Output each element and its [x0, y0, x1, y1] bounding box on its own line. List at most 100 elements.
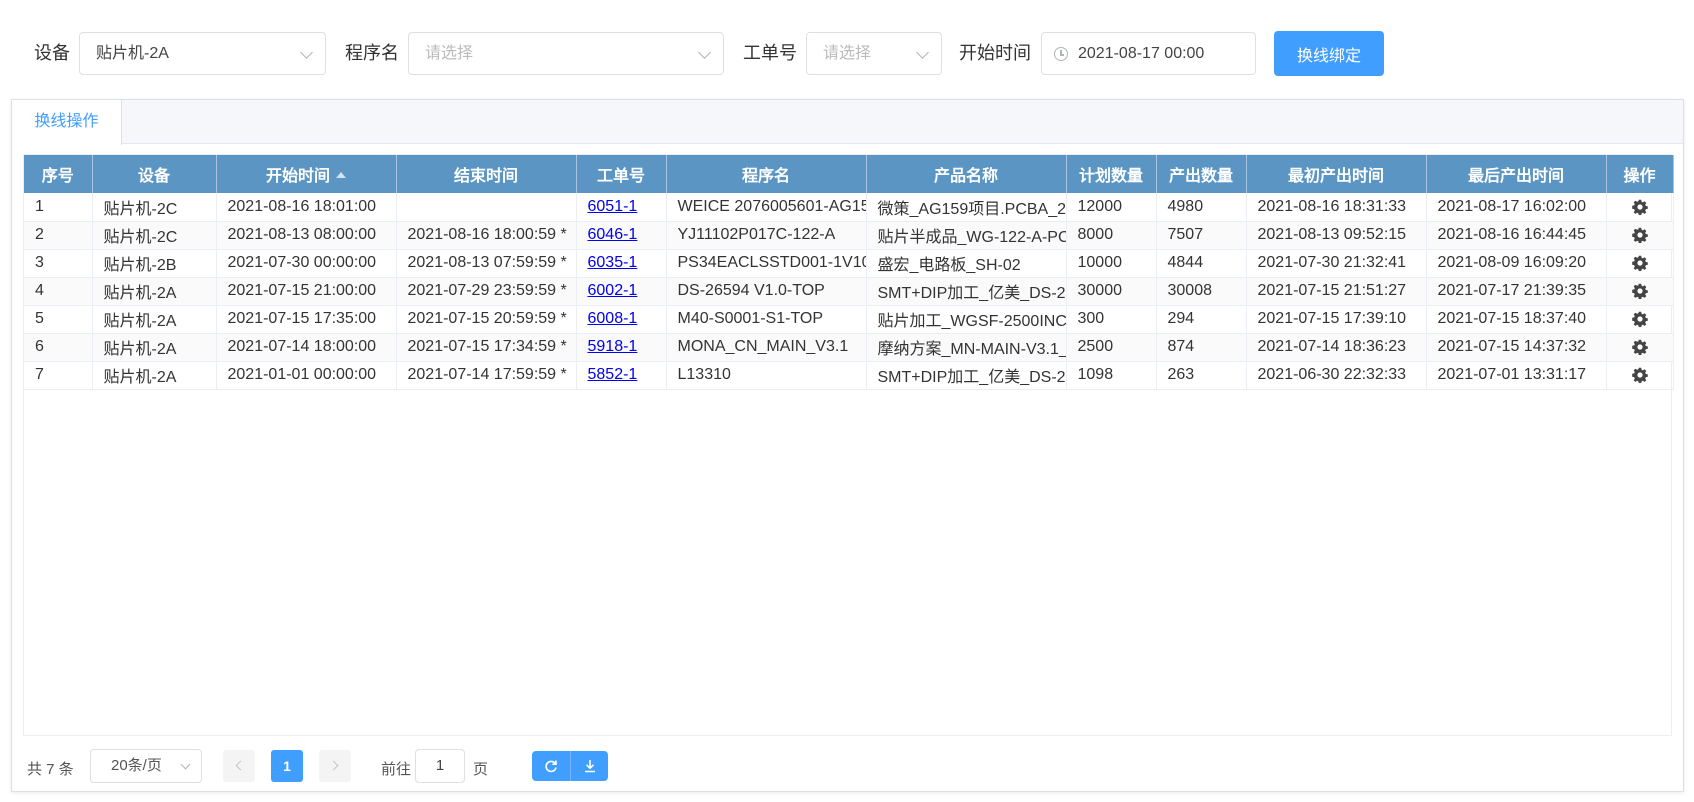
bind-line-button[interactable]: 换线绑定 — [1274, 31, 1384, 76]
cell-no: 4 — [24, 277, 93, 306]
start-time-picker[interactable]: 2021-08-17 00:00 — [1041, 32, 1256, 75]
goto-page-input[interactable]: 1 — [415, 749, 465, 783]
cell-no: 7 — [24, 361, 93, 390]
gear-icon[interactable] — [1631, 255, 1648, 271]
cell-last-output: 2021-08-17 16:02:00 — [1426, 193, 1607, 222]
table-row[interactable]: 2 贴片机-2C 2021-08-13 08:00:00 2021-08-16 18:… — [24, 221, 1674, 250]
cell-no: 6 — [24, 333, 93, 362]
refresh-button[interactable] — [532, 751, 570, 781]
program-select-placeholder: 请选择 — [425, 45, 474, 62]
work-order-link[interactable]: 5918-1 — [588, 338, 638, 355]
program-select[interactable]: 请选择 — [408, 32, 724, 75]
data-table: 序号 设备 开始时间 结束时间 工单号 程序名 产品名称 计划数量 产出数量 最… — [23, 154, 1674, 736]
cell-output-qty: 874 — [1156, 333, 1247, 362]
col-header-plan-qty[interactable]: 计划数量 — [1066, 155, 1157, 193]
col-header-product[interactable]: 产品名称 — [866, 155, 1067, 193]
cell-first-output: 2021-07-15 21:51:27 — [1246, 277, 1427, 306]
cell-product: 微策_AG159项目.PCBA_20 — [866, 193, 1067, 222]
cell-end-time: 2021-08-16 18:00:59 * — [396, 221, 577, 250]
cell-last-output: 2021-08-16 16:44:45 — [1426, 221, 1607, 250]
work-order-link[interactable]: 6046-1 — [588, 226, 638, 243]
table-row[interactable]: 1 贴片机-2C 2021-08-16 18:01:00 6051-1 WEICE 20… — [24, 193, 1674, 222]
cell-work-order: 5918-1 — [576, 333, 667, 362]
cell-plan-qty: 10000 — [1066, 249, 1157, 278]
cell-program: DS-26594 V1.0-TOP — [666, 277, 867, 306]
gear-icon[interactable] — [1631, 199, 1648, 215]
work-order-link[interactable]: 5852-1 — [588, 366, 638, 383]
col-header-end-time[interactable]: 结束时间 — [396, 155, 577, 193]
cell-first-output: 2021-07-14 18:36:23 — [1246, 333, 1427, 362]
table-row[interactable]: 6 贴片机-2A 2021-07-14 18:00:00 2021-07-15 17:… — [24, 333, 1674, 362]
cell-product: 贴片加工_WGSF-2500INC — [866, 305, 1067, 334]
cell-product: 盛宏_电路板_SH-02 — [866, 249, 1067, 278]
refresh-icon — [545, 760, 557, 773]
chevron-right-icon — [328, 760, 339, 771]
cell-work-order: 6046-1 — [576, 221, 667, 250]
cell-work-order: 6002-1 — [576, 277, 667, 306]
work-order-link[interactable]: 6008-1 — [588, 310, 638, 327]
cell-output-qty: 294 — [1156, 305, 1247, 334]
gear-icon[interactable] — [1631, 283, 1648, 299]
table-row[interactable]: 4 贴片机-2A 2021-07-15 21:00:00 2021-07-29 23:… — [24, 277, 1674, 306]
device-select[interactable]: 贴片机-2A — [79, 32, 326, 75]
workorder-label: 工单号 — [743, 43, 797, 63]
cell-output-qty: 7507 — [1156, 221, 1247, 250]
total-count: 共 7 条 — [27, 761, 74, 778]
cell-program: PS34EACLSSTD001-1V10 — [666, 249, 867, 278]
cell-output-qty: 4844 — [1156, 249, 1247, 278]
cell-work-order: 6051-1 — [576, 193, 667, 222]
col-header-program[interactable]: 程序名 — [666, 155, 867, 193]
start-time-label: 开始时间 — [959, 43, 1031, 63]
chevron-down-icon — [300, 46, 313, 59]
col-header-output-qty[interactable]: 产出数量 — [1156, 155, 1247, 193]
cell-device: 贴片机-2C — [92, 221, 217, 250]
next-page-button[interactable] — [319, 750, 351, 782]
page-size-value: 20条/页 — [111, 757, 162, 774]
table-row[interactable]: 7 贴片机-2A 2021-01-01 00:00:00 2021-07-14 17:… — [24, 361, 1674, 390]
cell-product: 贴片半成品_WG-122-A-PCB — [866, 221, 1067, 250]
prev-page-button[interactable] — [223, 750, 255, 782]
col-header-device[interactable]: 设备 — [92, 155, 217, 193]
cell-action — [1606, 221, 1674, 250]
gear-icon[interactable] — [1631, 311, 1648, 327]
cell-action — [1606, 249, 1674, 278]
page-size-select[interactable]: 20条/页 — [90, 749, 202, 783]
work-order-link[interactable]: 6035-1 — [588, 254, 638, 271]
cell-action — [1606, 305, 1674, 334]
work-order-link[interactable]: 6002-1 — [588, 282, 638, 299]
cell-start-time: 2021-08-13 08:00:00 — [216, 221, 397, 250]
cell-plan-qty: 12000 — [1066, 193, 1157, 222]
cell-device: 贴片机-2A — [92, 277, 217, 306]
col-header-last-output[interactable]: 最后产出时间 — [1426, 155, 1607, 193]
table-row[interactable]: 3 贴片机-2B 2021-07-30 00:00:00 2021-08-13 07:… — [24, 249, 1674, 278]
download-button[interactable] — [570, 751, 608, 781]
cell-plan-qty: 30000 — [1066, 277, 1157, 306]
cell-first-output: 2021-07-30 21:32:41 — [1246, 249, 1427, 278]
cell-last-output: 2021-08-09 16:09:20 — [1426, 249, 1607, 278]
tab-line-change[interactable]: 换线操作 — [12, 100, 122, 145]
cell-end-time: 2021-08-13 07:59:59 * — [396, 249, 577, 278]
cell-action — [1606, 361, 1674, 390]
col-header-first-output[interactable]: 最初产出时间 — [1246, 155, 1427, 193]
table-row[interactable]: 5 贴片机-2A 2021-07-15 17:35:00 2021-07-15 20:… — [24, 305, 1674, 334]
cell-first-output: 2021-08-16 18:31:33 — [1246, 193, 1427, 222]
download-icon — [585, 760, 595, 773]
col-header-start-time[interactable]: 开始时间 — [216, 155, 397, 193]
cell-last-output: 2021-07-01 13:31:17 — [1426, 361, 1607, 390]
gear-icon[interactable] — [1631, 339, 1648, 355]
gear-icon[interactable] — [1631, 227, 1648, 243]
page-number-current[interactable]: 1 — [271, 750, 303, 782]
work-order-link[interactable]: 6051-1 — [588, 198, 638, 215]
sort-ascending-icon[interactable] — [336, 172, 346, 178]
cell-end-time: 2021-07-14 17:59:59 * — [396, 361, 577, 390]
cell-plan-qty: 8000 — [1066, 221, 1157, 250]
col-header-no[interactable]: 序号 — [24, 155, 93, 193]
workorder-select[interactable]: 请选择 — [806, 32, 942, 75]
col-header-work-order[interactable]: 工单号 — [576, 155, 667, 193]
cell-device: 贴片机-2B — [92, 249, 217, 278]
tab-header: 换线操作 — [12, 100, 1683, 145]
gear-icon[interactable] — [1631, 367, 1648, 383]
goto-label: 前往 — [381, 761, 412, 778]
workorder-select-placeholder: 请选择 — [823, 45, 872, 62]
cell-work-order: 6035-1 — [576, 249, 667, 278]
